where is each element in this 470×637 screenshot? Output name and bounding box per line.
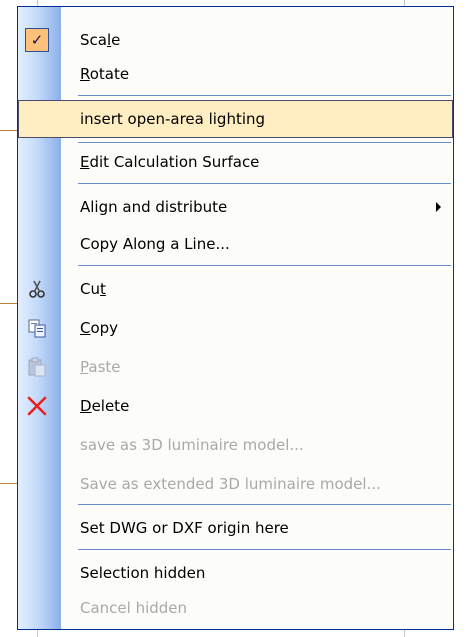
menu-item-label: Delete [80, 397, 130, 415]
menu-item-save-as-extended-3d-luminaire-model: Save as extended 3D luminaire model... [18, 465, 453, 503]
menu-item-label: Cancel hidden [80, 599, 188, 617]
menu-item-label: Paste [80, 358, 121, 376]
menu-item-label: Scale [80, 31, 121, 49]
menu-item-delete[interactable]: Delete [18, 387, 453, 425]
menu-item-cut[interactable]: Cut [18, 270, 453, 308]
delete-x-icon [24, 393, 50, 419]
scissors-icon [24, 276, 50, 302]
menu-separator [78, 504, 451, 505]
menu-item-cancel-hidden: Cancel hidden [18, 589, 453, 627]
menu-item-edit-calculation-surface[interactable]: Edit Calculation Surface [18, 143, 453, 181]
menu-item-label: Set DWG or DXF origin here [80, 519, 289, 537]
menu-item-label: Rotate [80, 65, 130, 83]
menu-item-scale[interactable]: ✓ Scale [18, 21, 453, 59]
menu-separator [78, 95, 451, 96]
menu-item-label: Align and distribute [80, 198, 228, 216]
paste-icon [24, 354, 50, 380]
menu-separator [78, 549, 451, 550]
menu-separator [78, 183, 451, 184]
menu-item-label: Copy [80, 319, 119, 337]
menu-item-label: Selection hidden [80, 564, 206, 582]
submenu-arrow-icon [436, 202, 441, 212]
menu-item-label: save as 3D luminaire model... [80, 436, 304, 454]
menu-item-label: Cut [80, 280, 106, 298]
menu-item-selection-hidden[interactable]: Selection hidden [18, 554, 453, 592]
background-line [0, 130, 17, 131]
context-menu: ✓ Scale Rotate insert open-area lighting… [17, 6, 454, 630]
menu-item-label: Edit Calculation Surface [80, 153, 260, 171]
menu-item-copy-along-a-line[interactable]: Copy Along a Line... [18, 225, 453, 263]
background-line [0, 303, 17, 304]
menu-item-paste: Paste [18, 348, 453, 386]
menu-item-copy[interactable]: Copy [18, 309, 453, 347]
menu-item-set-dwg-dxf-origin[interactable]: Set DWG or DXF origin here [18, 509, 453, 547]
checkmark-icon: ✓ [24, 27, 50, 53]
menu-item-label: Copy Along a Line... [80, 235, 230, 253]
background-line [0, 483, 17, 484]
menu-item-align-and-distribute[interactable]: Align and distribute [18, 188, 453, 226]
menu-separator [78, 265, 451, 266]
menu-item-label: insert open-area lighting [80, 110, 266, 128]
copy-icon [24, 315, 50, 341]
menu-item-rotate[interactable]: Rotate [18, 55, 453, 93]
menu-item-insert-open-area-lighting[interactable]: insert open-area lighting [18, 100, 453, 138]
menu-item-label: Save as extended 3D luminaire model... [80, 475, 381, 493]
menu-item-save-as-3d-luminaire-model: save as 3D luminaire model... [18, 426, 453, 464]
